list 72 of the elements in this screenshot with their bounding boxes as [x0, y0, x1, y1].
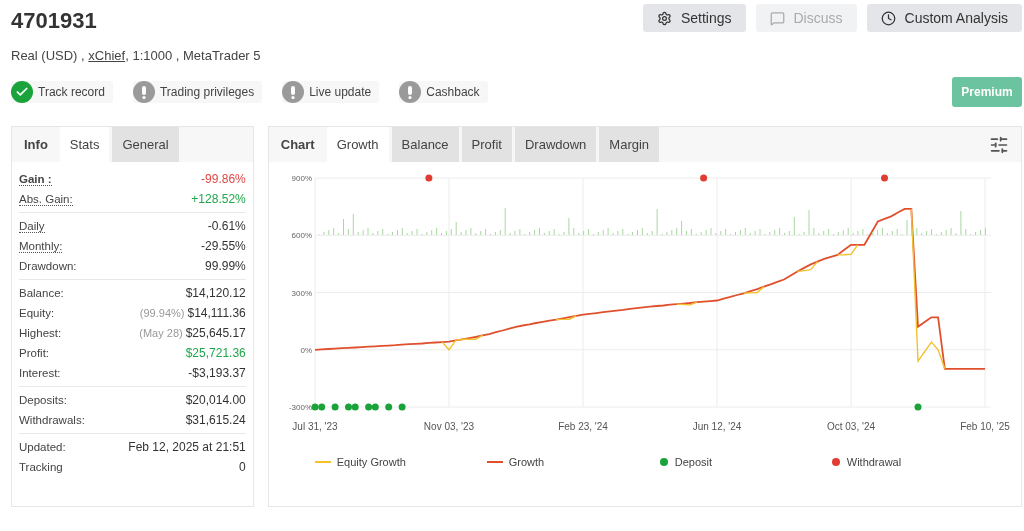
legend-dot-icon: [658, 457, 669, 467]
broker-link[interactable]: xChief: [88, 48, 126, 63]
toolbar-button[interactable]: Settings: [642, 4, 746, 32]
stat-value: -0.61%: [207, 219, 246, 233]
chart-tab[interactable]: Drawdown: [514, 127, 597, 162]
stat-label: Interest:: [19, 367, 61, 379]
chart-tab[interactable]: Growth: [326, 127, 389, 162]
legend-item: Withdrawal: [830, 456, 1003, 468]
panel-tab[interactable]: Stats: [59, 127, 110, 162]
stat-label: Deposits:: [19, 394, 67, 406]
stat-value: $25,721.36: [185, 346, 246, 360]
stat-label: Gain :: [19, 172, 52, 186]
stat-label: Profit:: [19, 347, 50, 359]
stat-label: Daily: [19, 219, 45, 233]
stat-value: +128.52%: [191, 192, 246, 206]
status-badge: Trading privileges: [132, 81, 263, 103]
stat-label: Withdrawals:: [19, 414, 85, 426]
stat-value: 99.99%: [205, 259, 246, 273]
status-badge: Track record: [11, 81, 113, 103]
axis-label: Jul 31, '23: [292, 421, 338, 432]
stat-value: -$3,193.37: [188, 366, 246, 380]
line-series: [313, 208, 986, 370]
stat-label: Updated:: [19, 441, 66, 453]
axis-label: Feb 23, '24: [557, 421, 608, 432]
axis-label: 900%: [291, 174, 312, 183]
stat-value: -99.86%: [201, 172, 246, 186]
stat-label: Equity:: [19, 307, 55, 319]
stat-value: Feb 12, 2025 at 21:51: [128, 440, 246, 454]
settings-icon: [656, 10, 672, 26]
filter-icon[interactable]: [989, 134, 1009, 155]
stat-value: -29.55%: [201, 239, 246, 253]
axis-label: Feb 10, '25: [959, 421, 1010, 432]
legend-item: Deposit: [658, 456, 831, 468]
status-badge: Cashback: [399, 81, 488, 103]
stat-label: Abs. Gain:: [19, 192, 73, 206]
stat-value: $20,014.00: [185, 393, 246, 407]
legend-dot-icon: [830, 457, 841, 467]
stat-value: $31,615.24: [185, 413, 246, 427]
axis-label: Jun 12, '24: [692, 421, 742, 432]
stat-value: $25,645.17: [185, 326, 246, 340]
legend-line-icon: [486, 459, 503, 465]
stat-label: Monthly:: [19, 239, 63, 253]
stat-label: Drawdown:: [19, 260, 77, 272]
panel-tab[interactable]: General: [112, 127, 179, 162]
axis-label: 0%: [300, 345, 312, 355]
legend-item: Growth: [486, 456, 659, 468]
clock-icon: [880, 10, 896, 26]
panel-heading: Info: [23, 136, 49, 154]
axis-label: 600%: [291, 231, 312, 241]
account-number: 4701931: [11, 8, 97, 34]
toolbar-button[interactable]: Custom Analysis: [866, 4, 1022, 32]
chat-icon: [769, 10, 785, 26]
axis-label: Oct 03, '24: [826, 421, 875, 432]
stat-label: Balance:: [19, 287, 64, 299]
stat-note: (99.94%): [139, 307, 185, 319]
stat-label: Tracking: [19, 461, 63, 473]
status-badge: Live update: [282, 81, 380, 103]
stat-value: $14,111.36: [187, 306, 246, 320]
stat-value: $14,120.12: [185, 286, 246, 300]
chart-tab[interactable]: Balance: [391, 127, 459, 162]
chart-tab[interactable]: Margin: [599, 127, 660, 162]
stat-note: (May 28): [139, 327, 183, 339]
axis-label: Nov 03, '23: [423, 421, 474, 432]
axis-label: 300%: [291, 288, 312, 298]
axis-label: -300%: [288, 403, 312, 412]
panel-heading: Chart: [279, 136, 316, 154]
chart-tab[interactable]: Profit: [461, 127, 512, 162]
legend-item: Equity Growth: [314, 456, 487, 468]
legend-line-icon: [314, 459, 331, 465]
stat-label: Highest:: [19, 327, 62, 339]
stat-value: 0: [239, 460, 246, 474]
account-details: Real (USD) , xChief, 1:1000 , MetaTrader 5: [11, 48, 262, 63]
